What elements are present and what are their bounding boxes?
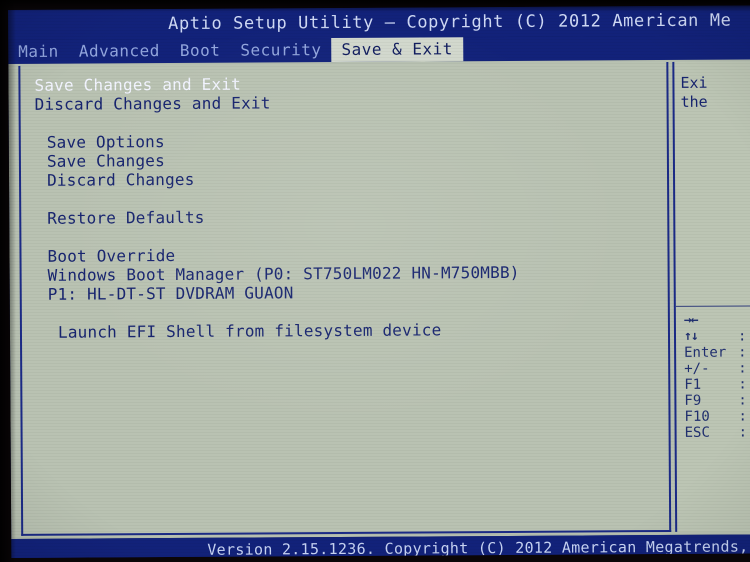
legend-key: F9:	[676, 392, 750, 408]
tab-main[interactable]: Main	[8, 40, 69, 64]
help-line-2: the	[680, 92, 708, 111]
legend-key-colon: :	[738, 360, 747, 377]
legend-key-name: F10	[684, 408, 710, 425]
setup-item-list: Save Changes and Exit Discard Changes and…	[34, 72, 656, 342]
legend-key-colon: :	[738, 408, 747, 425]
body-area: Save Changes and Exit Discard Changes and…	[8, 59, 750, 539]
settings-pane: Save Changes and Exit Discard Changes and…	[18, 61, 672, 536]
key-legend: →← ↑↓: Enter: +/-: F1: F9: F10: ESC:	[675, 305, 750, 441]
help-text: Exi the	[680, 73, 750, 112]
legend-key-colon: :	[738, 344, 747, 361]
tab-save-and-exit[interactable]: Save & Exit	[331, 37, 463, 63]
title-bar: Aptio Setup Utility – Copyright (C) 2012…	[8, 5, 750, 40]
legend-key: Enter:	[676, 344, 750, 360]
legend-key-name: F9	[684, 392, 702, 409]
legend-key: F1:	[676, 376, 750, 392]
version-bar: Version 2.15.1236. Copyright (C) 2012 Am…	[11, 534, 750, 558]
legend-key-colon: :	[738, 392, 747, 409]
tab-security[interactable]: Security	[230, 38, 331, 63]
tab-advanced[interactable]: Advanced	[69, 39, 170, 64]
legend-key-name: Enter	[684, 344, 727, 361]
laptop-screen-photo: Aptio Setup Utility – Copyright (C) 2012…	[0, 0, 750, 562]
legend-key: F10:	[676, 408, 750, 424]
legend-key-name: ESC	[684, 424, 710, 441]
legend-key-name: F1	[684, 376, 702, 393]
bios-screen: Aptio Setup Utility – Copyright (C) 2012…	[8, 5, 750, 558]
legend-key-colon: :	[737, 328, 747, 345]
version-text: Version 2.15.1236. Copyright (C) 2012 Am…	[207, 537, 749, 558]
legend-key: ↑↓:	[676, 328, 750, 344]
page-title: Aptio Setup Utility – Copyright (C) 2012…	[168, 10, 732, 35]
legend-key-name: →←	[683, 312, 698, 328]
setup-item[interactable]: Launch EFI Shell from filesystem device	[36, 319, 656, 342]
help-pane: Exi the →← ↑↓: Enter: +/-: F1: F9: F10: ESC:	[672, 61, 750, 532]
legend-key: ESC:	[677, 424, 750, 440]
legend-key-colon: :	[738, 424, 748, 441]
legend-key-colon: :	[738, 376, 747, 393]
legend-key: +/-:	[676, 360, 750, 376]
tab-boot[interactable]: Boot	[170, 39, 231, 63]
legend-key-name: +/-	[684, 360, 710, 377]
legend-key: →←	[676, 312, 750, 328]
legend-key-name: ↑↓	[683, 328, 698, 344]
help-line-1: Exi	[680, 73, 708, 92]
